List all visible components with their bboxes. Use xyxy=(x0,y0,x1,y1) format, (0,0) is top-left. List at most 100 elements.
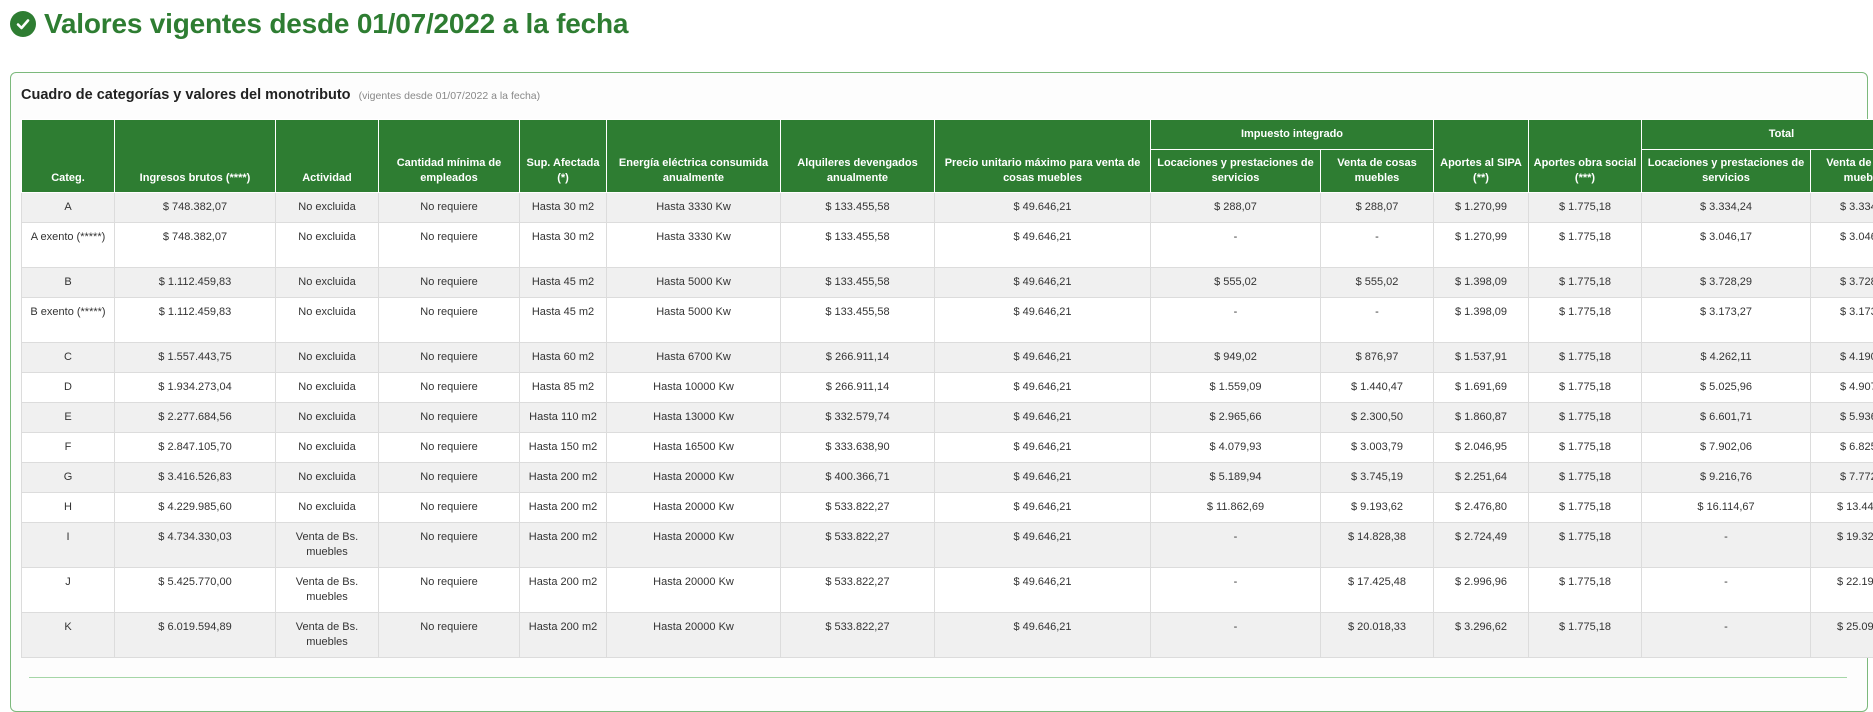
cell-alquileres: $ 332.579,74 xyxy=(781,403,935,433)
cell-actividad: No excluida xyxy=(276,403,379,433)
cell-obra-social: $ 1.775,18 xyxy=(1529,493,1642,523)
cell-imp-venta: $ 17.425,48 xyxy=(1321,568,1434,613)
cell-tot-locaciones: $ 16.114,67 xyxy=(1642,493,1811,523)
cell-imp-locaciones: - xyxy=(1151,568,1321,613)
cell-actividad: No excluida xyxy=(276,373,379,403)
cell-actividad: No excluida xyxy=(276,268,379,298)
cell-imp-locaciones: - xyxy=(1151,298,1321,343)
cell-superficie: Hasta 200 m2 xyxy=(520,613,607,658)
cell-obra-social: $ 1.775,18 xyxy=(1529,223,1642,268)
cell-categ: C xyxy=(22,343,115,373)
cell-tot-locaciones: $ 9.216,76 xyxy=(1642,463,1811,493)
cell-imp-locaciones: $ 11.862,69 xyxy=(1151,493,1321,523)
cell-categ: A xyxy=(22,193,115,223)
cell-superficie: Hasta 85 m2 xyxy=(520,373,607,403)
cell-sipa: $ 1.398,09 xyxy=(1434,268,1529,298)
cell-tot-locaciones: $ 6.601,71 xyxy=(1642,403,1811,433)
cell-sipa: $ 1.270,99 xyxy=(1434,193,1529,223)
cell-superficie: Hasta 150 m2 xyxy=(520,433,607,463)
header-group-impuesto: Impuesto integrado xyxy=(1151,120,1434,150)
cell-sipa: $ 1.691,69 xyxy=(1434,373,1529,403)
cell-energia: Hasta 20000 Kw xyxy=(607,568,781,613)
cell-ingresos: $ 2.277.684,56 xyxy=(115,403,276,433)
table-row: K$ 6.019.594,89Venta de Bs. mueblesNo re… xyxy=(22,613,1873,658)
cell-categ: D xyxy=(22,373,115,403)
cell-sipa: $ 1.270,99 xyxy=(1434,223,1529,268)
cell-obra-social: $ 1.775,18 xyxy=(1529,373,1642,403)
cell-imp-venta: $ 14.828,38 xyxy=(1321,523,1434,568)
cell-categ: B xyxy=(22,268,115,298)
cell-actividad: Venta de Bs. muebles xyxy=(276,568,379,613)
cell-imp-locaciones: - xyxy=(1151,613,1321,658)
table-row: G$ 3.416.526,83No excluidaNo requiereHas… xyxy=(22,463,1873,493)
cell-imp-venta: $ 288,07 xyxy=(1321,193,1434,223)
header-imp-venta: Venta de cosas muebles xyxy=(1321,150,1434,193)
cell-actividad: Venta de Bs. muebles xyxy=(276,613,379,658)
cell-tot-venta: $ 6.825,92 xyxy=(1811,433,1873,463)
header-tot-venta: Venta de cosas muebles xyxy=(1811,150,1873,193)
cell-imp-venta: - xyxy=(1321,298,1434,343)
cell-empleados: No requiere xyxy=(379,568,520,613)
cell-actividad: Venta de Bs. muebles xyxy=(276,523,379,568)
cell-alquileres: $ 133.455,58 xyxy=(781,193,935,223)
cell-precio: $ 49.646,21 xyxy=(935,523,1151,568)
cell-precio: $ 49.646,21 xyxy=(935,268,1151,298)
cell-categ: K xyxy=(22,613,115,658)
cell-precio: $ 49.646,21 xyxy=(935,223,1151,268)
cell-energia: Hasta 10000 Kw xyxy=(607,373,781,403)
header-actividad: Actividad xyxy=(276,120,379,193)
cell-categ: H xyxy=(22,493,115,523)
table-row: H$ 4.229.985,60No excluidaNo requiereHas… xyxy=(22,493,1873,523)
header-ingresos: Ingresos brutos (****) xyxy=(115,120,276,193)
cell-tot-locaciones: $ 3.046,17 xyxy=(1642,223,1811,268)
cell-superficie: Hasta 60 m2 xyxy=(520,343,607,373)
cell-obra-social: $ 1.775,18 xyxy=(1529,298,1642,343)
header-imp-locaciones: Locaciones y prestaciones de servicios xyxy=(1151,150,1321,193)
cell-tot-venta: $ 3.046,17 xyxy=(1811,223,1873,268)
cell-ingresos: $ 1.934.273,04 xyxy=(115,373,276,403)
cell-tot-locaciones: - xyxy=(1642,613,1811,658)
cell-superficie: Hasta 200 m2 xyxy=(520,568,607,613)
cell-alquileres: $ 133.455,58 xyxy=(781,268,935,298)
header-energia: Energía eléctrica consumida anualmente xyxy=(607,120,781,193)
cell-imp-locaciones: $ 2.965,66 xyxy=(1151,403,1321,433)
categories-table: Categ. Ingresos brutos (****) Actividad … xyxy=(21,119,1873,658)
cell-ingresos: $ 4.229.985,60 xyxy=(115,493,276,523)
cell-obra-social: $ 1.775,18 xyxy=(1529,193,1642,223)
table-row: E$ 2.277.684,56No excluidaNo requiereHas… xyxy=(22,403,1873,433)
cell-tot-venta: $ 3.334,24 xyxy=(1811,193,1873,223)
cell-ingresos: $ 6.019.594,89 xyxy=(115,613,276,658)
cell-imp-locaciones: $ 288,07 xyxy=(1151,193,1321,223)
table-row: A$ 748.382,07No excluidaNo requiereHasta… xyxy=(22,193,1873,223)
cell-sipa: $ 3.296,62 xyxy=(1434,613,1529,658)
page-title: Valores vigentes desde 01/07/2022 a la f… xyxy=(10,6,628,42)
cell-alquileres: $ 133.455,58 xyxy=(781,223,935,268)
cell-superficie: Hasta 30 m2 xyxy=(520,223,607,268)
cell-obra-social: $ 1.775,18 xyxy=(1529,613,1642,658)
cell-alquileres: $ 333.638,90 xyxy=(781,433,935,463)
cell-tot-locaciones: - xyxy=(1642,523,1811,568)
cell-imp-venta: - xyxy=(1321,223,1434,268)
cell-precio: $ 49.646,21 xyxy=(935,298,1151,343)
cell-imp-venta: $ 876,97 xyxy=(1321,343,1434,373)
cell-superficie: Hasta 30 m2 xyxy=(520,193,607,223)
cell-sipa: $ 1.398,09 xyxy=(1434,298,1529,343)
cell-categ: J xyxy=(22,568,115,613)
cell-energia: Hasta 5000 Kw xyxy=(607,268,781,298)
divider xyxy=(29,677,1847,678)
cell-alquileres: $ 400.366,71 xyxy=(781,463,935,493)
cell-superficie: Hasta 110 m2 xyxy=(520,403,607,433)
cell-categ: E xyxy=(22,403,115,433)
cell-sipa: $ 2.996,96 xyxy=(1434,568,1529,613)
table-row: F$ 2.847.105,70No excluidaNo requiereHas… xyxy=(22,433,1873,463)
cell-categ: F xyxy=(22,433,115,463)
cell-imp-locaciones: - xyxy=(1151,223,1321,268)
header-alquileres: Alquileres devengados anualmente xyxy=(781,120,935,193)
cell-alquileres: $ 133.455,58 xyxy=(781,298,935,343)
cell-empleados: No requiere xyxy=(379,223,520,268)
cell-tot-venta: $ 19.328,05 xyxy=(1811,523,1873,568)
cell-imp-venta: $ 20.018,33 xyxy=(1321,613,1434,658)
cell-ingresos: $ 1.112.459,83 xyxy=(115,268,276,298)
cell-alquileres: $ 533.822,27 xyxy=(781,613,935,658)
cell-imp-venta: $ 3.745,19 xyxy=(1321,463,1434,493)
